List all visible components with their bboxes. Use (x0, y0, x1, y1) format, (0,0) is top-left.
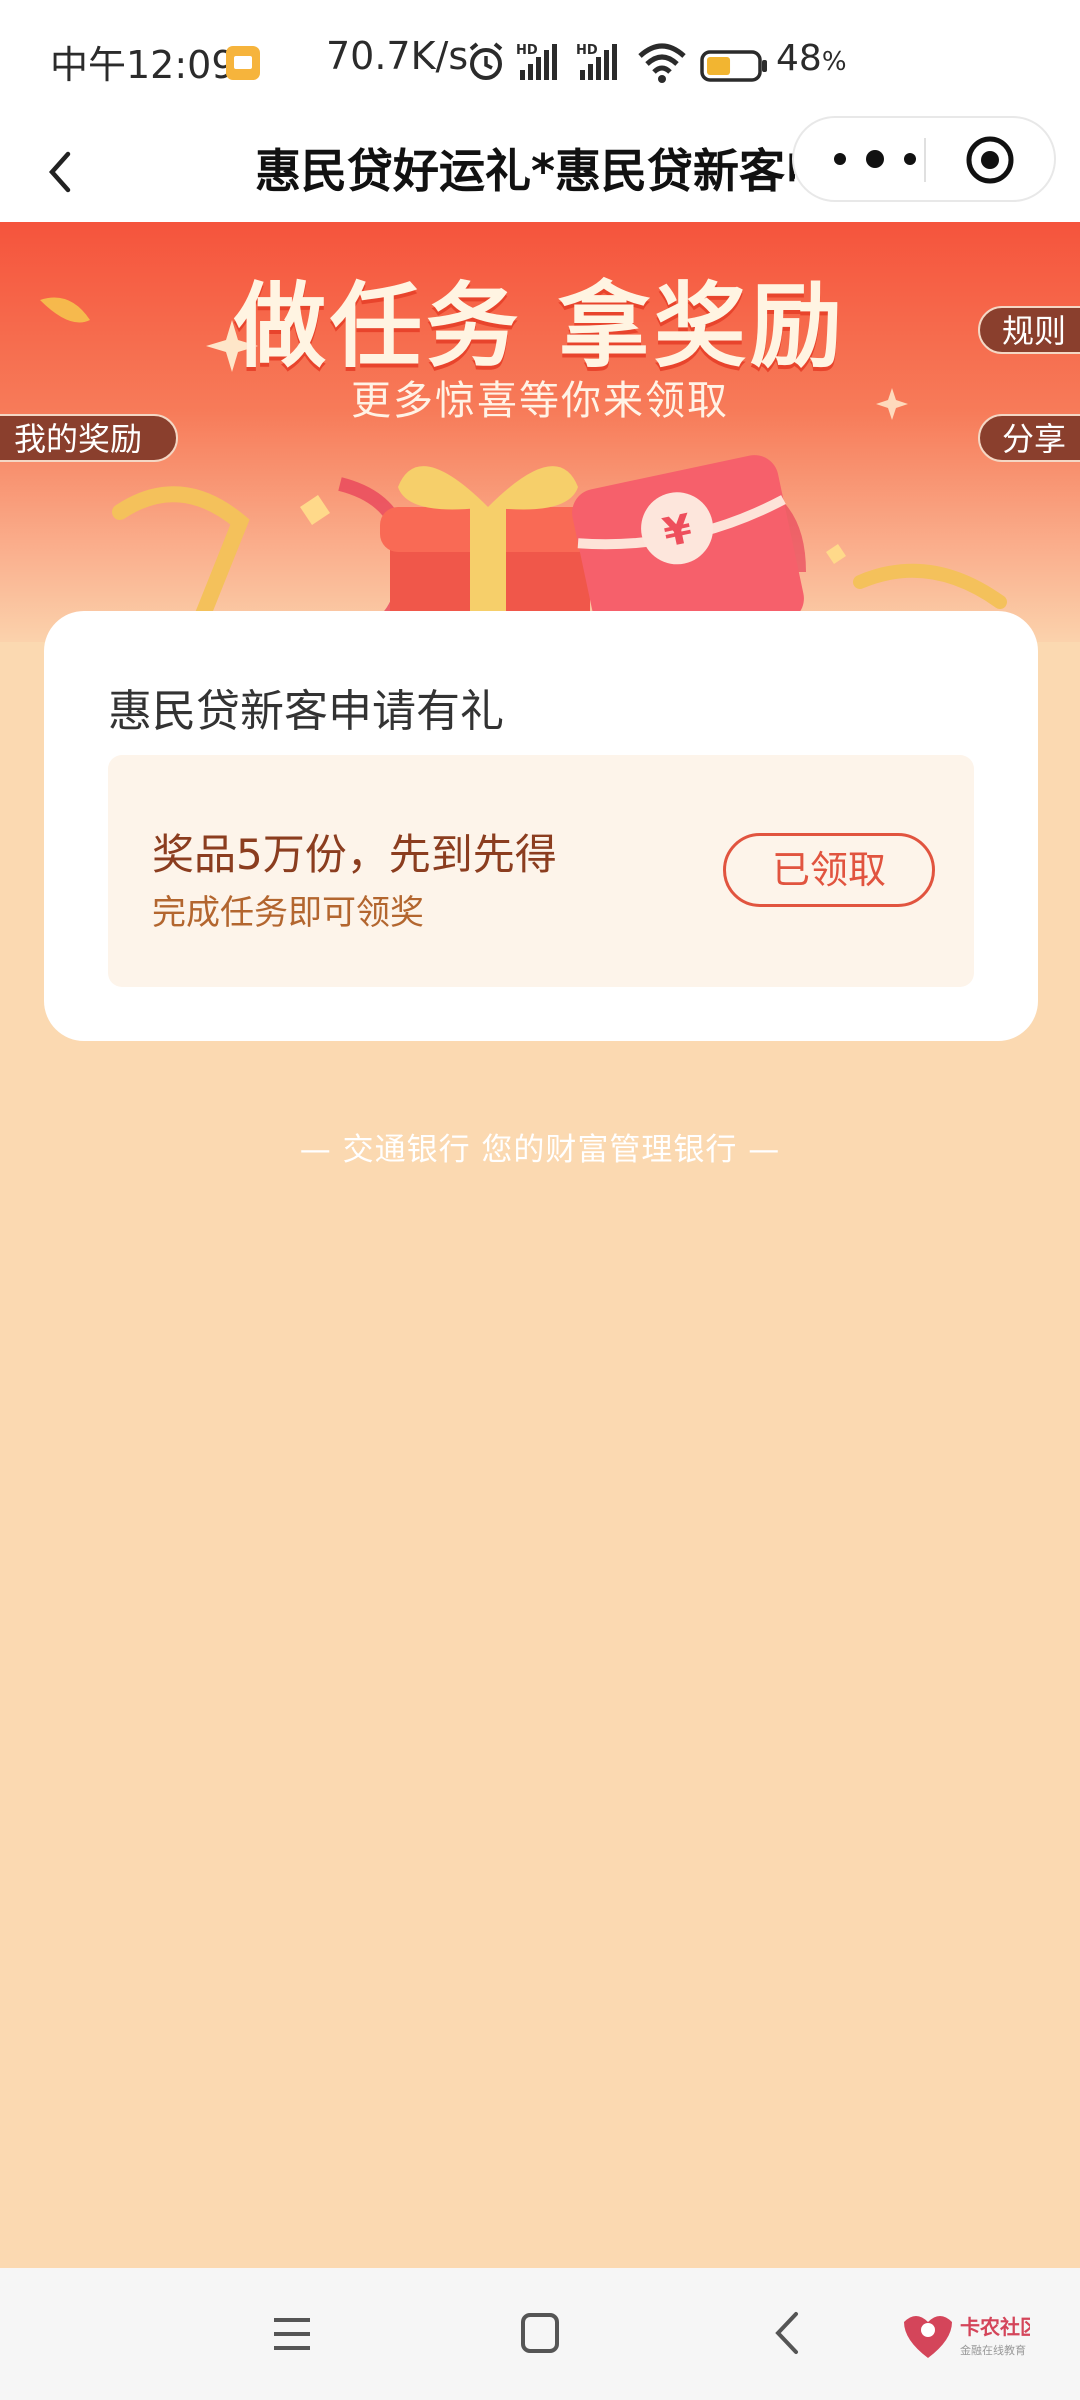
alarm-icon (469, 42, 503, 80)
svg-text:HD: HD (516, 43, 538, 58)
status-bar: 中午12:09 70.7K/s HD HD 48% (0, 0, 1080, 122)
page-title: 惠民贷好运礼*惠民贷新客申请有礼 (255, 144, 795, 198)
wifi-icon (638, 43, 686, 83)
notification-icon (226, 46, 260, 80)
network-speed: 70.7K/s (326, 34, 469, 78)
chevron-left-icon[interactable] (40, 142, 80, 202)
menu-icon[interactable] (272, 2314, 312, 2354)
mini-program-capsule (792, 116, 1056, 202)
rules-tab[interactable]: 规则 (978, 306, 1080, 354)
battery-icon (700, 50, 767, 82)
my-rewards-tab[interactable]: 我的奖励 (0, 414, 178, 462)
prize-title: 奖品5万份，先到先得 (152, 830, 557, 879)
task-card: 惠民贷新客申请有礼 奖品5万份，先到先得 完成任务即可领奖 已领取 (44, 611, 1038, 1041)
svg-text:HD: HD (576, 43, 598, 58)
prize-box: 奖品5万份，先到先得 完成任务即可领奖 已领取 (108, 755, 974, 987)
signal-hd-icon: HD (576, 43, 617, 80)
signal-hd-icon: HD (516, 43, 557, 80)
capsule-divider (924, 138, 926, 182)
system-nav-bar: 卡农社区 金融在线教育 (0, 2268, 1080, 2400)
watermark-logo: 卡农社区 金融在线教育 (904, 2315, 1030, 2358)
home-icon[interactable] (520, 2312, 560, 2354)
prize-subtitle: 完成任务即可领奖 (152, 893, 424, 933)
claimed-button[interactable]: 已领取 (723, 833, 935, 907)
banner-title: 做任务 拿奖励 (233, 273, 847, 380)
status-time: 中午12:09 (50, 43, 236, 87)
svg-text:卡农社区: 卡农社区 (960, 2315, 1030, 2339)
more-dots-icon[interactable] (830, 136, 920, 182)
target-icon[interactable] (964, 134, 1016, 186)
battery-percent: 48% (776, 38, 847, 79)
back-icon[interactable] (772, 2310, 802, 2356)
bank-slogan: — 交通银行 您的财富管理银行 — (299, 1132, 781, 1168)
status-icons: HD HD (469, 42, 686, 83)
share-tab[interactable]: 分享 (978, 414, 1080, 462)
card-title: 惠民贷新客申请有礼 (108, 686, 504, 737)
svg-text:金融在线教育: 金融在线教育 (960, 2343, 1026, 2357)
